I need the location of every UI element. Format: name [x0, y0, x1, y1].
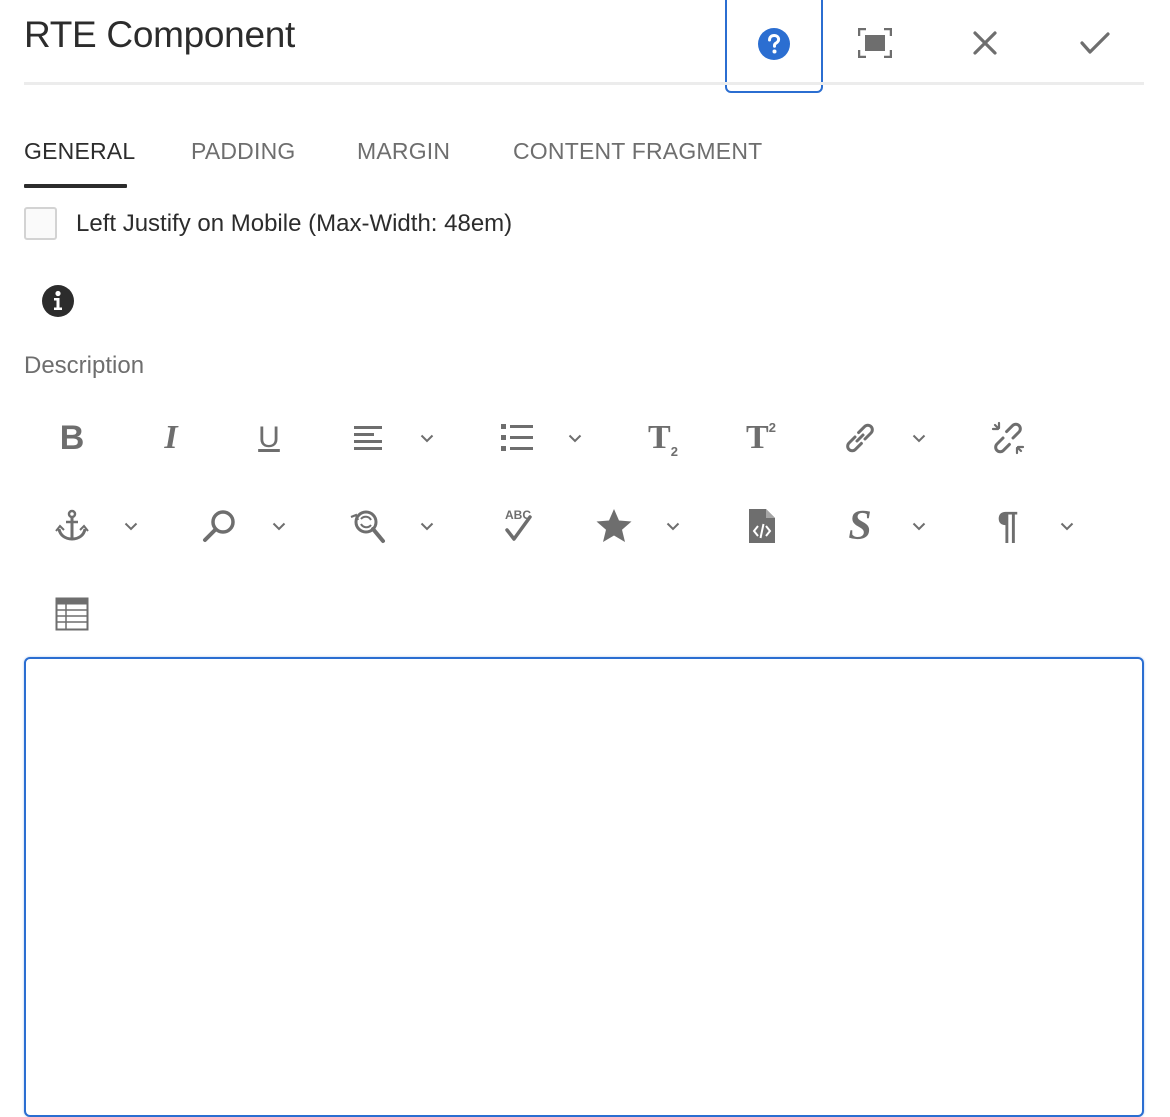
- anchor-icon: [55, 509, 89, 543]
- help-icon: [757, 27, 791, 61]
- unlink-button[interactable]: [983, 413, 1033, 463]
- tab-general[interactable]: GENERAL: [24, 138, 135, 165]
- align-dropdown-chevron[interactable]: [417, 428, 437, 448]
- find-icon: [202, 508, 238, 544]
- strikethrough-icon: S: [848, 503, 872, 549]
- paragraph-dropdown-chevron[interactable]: [1057, 516, 1077, 536]
- bold-icon: B: [59, 418, 85, 457]
- rich-text-editor[interactable]: [24, 657, 1144, 1117]
- link-button[interactable]: [835, 413, 885, 463]
- paragraph-icon: ¶: [997, 504, 1019, 547]
- subscript-index: 2: [670, 444, 678, 459]
- superscript-button[interactable]: T2: [736, 413, 786, 463]
- active-tab-indicator: [24, 184, 127, 188]
- help-button[interactable]: [725, 0, 823, 93]
- source-code-file-icon: [748, 508, 776, 544]
- tab-margin[interactable]: MARGIN: [357, 138, 450, 165]
- close-button[interactable]: [935, 10, 1035, 76]
- underline-icon: U: [258, 421, 280, 454]
- chevron-down-icon: [1060, 522, 1074, 531]
- done-button[interactable]: [1045, 10, 1145, 76]
- bold-button[interactable]: B: [47, 413, 97, 463]
- chevron-down-icon: [124, 522, 138, 531]
- spellcheck-button[interactable]: ABC: [492, 501, 542, 551]
- superscript-glyph: T: [746, 419, 769, 456]
- source-edit-button[interactable]: [737, 501, 787, 551]
- chevron-down-icon: [912, 434, 926, 443]
- styles-button[interactable]: [589, 501, 639, 551]
- close-icon: [972, 30, 998, 56]
- fullscreen-icon: [858, 28, 892, 58]
- paragraph-format-button[interactable]: ¶: [983, 501, 1033, 551]
- chevron-down-icon: [912, 522, 926, 531]
- fullscreen-button[interactable]: [825, 10, 925, 76]
- unlink-icon: [990, 420, 1026, 456]
- table-icon: [55, 597, 89, 631]
- find-replace-icon: [349, 507, 387, 545]
- spellcheck-icon: ABC: [497, 508, 537, 544]
- anchor-dropdown-chevron[interactable]: [121, 516, 141, 536]
- chevron-down-icon: [420, 434, 434, 443]
- italic-button[interactable]: I: [146, 413, 196, 463]
- italic-icon: I: [164, 419, 178, 456]
- list-button[interactable]: [492, 413, 542, 463]
- superscript-icon: T2: [746, 419, 776, 457]
- find-replace-dropdown-chevron[interactable]: [417, 516, 437, 536]
- tab-padding[interactable]: PADDING: [191, 138, 296, 165]
- list-icon: [500, 423, 534, 453]
- superscript-index: 2: [768, 420, 776, 435]
- editor-content[interactable]: [26, 659, 1142, 683]
- chevron-down-icon: [420, 522, 434, 531]
- strikethrough-dropdown-chevron[interactable]: [909, 516, 929, 536]
- checkmark-icon: [1080, 31, 1110, 55]
- align-icon: [353, 424, 383, 452]
- description-label: Description: [24, 352, 145, 379]
- star-icon: [595, 508, 633, 544]
- underline-button[interactable]: U: [244, 413, 294, 463]
- left-justify-checkbox[interactable]: [24, 207, 57, 240]
- info-icon[interactable]: [41, 284, 75, 318]
- subscript-glyph: T: [648, 419, 671, 456]
- subscript-button[interactable]: T2: [638, 413, 688, 463]
- align-button[interactable]: [343, 413, 393, 463]
- left-justify-label: Left Justify on Mobile (Max-Width: 48em): [76, 210, 513, 237]
- dialog-title: RTE Component: [24, 14, 295, 55]
- anchor-button[interactable]: [47, 501, 97, 551]
- find-dropdown-chevron[interactable]: [269, 516, 289, 536]
- header-divider: [24, 82, 1144, 85]
- list-dropdown-chevron[interactable]: [565, 428, 585, 448]
- subscript-icon: T2: [648, 419, 678, 459]
- chevron-down-icon: [666, 522, 680, 531]
- chevron-down-icon: [568, 434, 582, 443]
- table-button[interactable]: [47, 589, 97, 639]
- styles-dropdown-chevron[interactable]: [663, 516, 683, 536]
- link-icon: [843, 421, 877, 455]
- strikethrough-button[interactable]: S: [835, 501, 885, 551]
- tab-content-fragment[interactable]: CONTENT FRAGMENT: [513, 138, 762, 165]
- link-dropdown-chevron[interactable]: [909, 428, 929, 448]
- find-button[interactable]: [195, 501, 245, 551]
- find-replace-button[interactable]: [343, 501, 393, 551]
- chevron-down-icon: [272, 522, 286, 531]
